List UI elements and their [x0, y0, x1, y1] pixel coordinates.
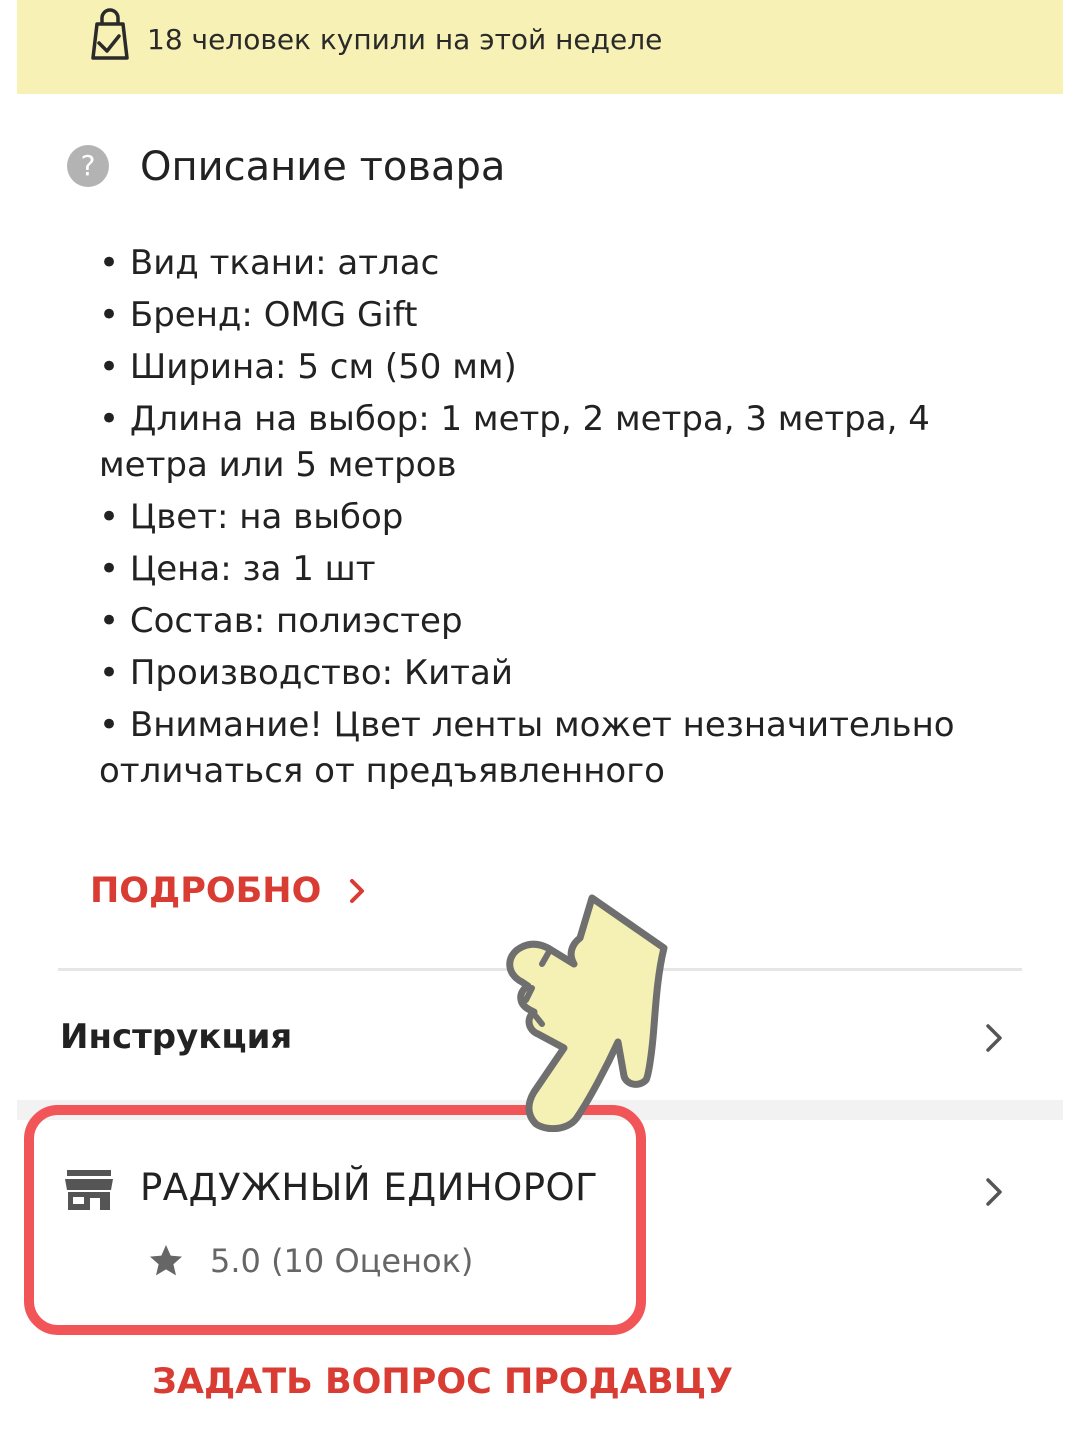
- list-item: • Цвет: на выбор: [99, 497, 404, 537]
- purchase-stats-text: 18 человек купили на этой неделе: [147, 23, 663, 56]
- divider: [58, 968, 1022, 971]
- list-item: • Производство: Китай: [99, 653, 513, 693]
- list-item: • Длина на выбор: 1 метр, 2 метра, 3 мет…: [99, 399, 930, 485]
- list-item: • Цена: за 1 шт: [99, 549, 376, 589]
- list-item: • Вид ткани: атлас: [99, 243, 440, 283]
- section-separator: [17, 1100, 1063, 1120]
- ask-seller-button[interactable]: ЗАДАТЬ ВОПРОС ПРОДАВЦУ: [152, 1357, 733, 1407]
- description-list: • Вид ткани: атлас • Бренд: OMG Gift • Ш…: [99, 240, 1044, 800]
- store-name: РАДУЖНЫЙ ЕДИНОРОГ: [140, 1166, 599, 1209]
- star-icon: [150, 1245, 182, 1276]
- instruction-label: Инструкция: [60, 1017, 293, 1057]
- instruction-row[interactable]: Инструкция: [0, 972, 1080, 1100]
- list-item: • Ширина: 5 см (50 мм): [99, 347, 517, 387]
- list-item: • Внимание! Цвет ленты может незначитель…: [99, 705, 955, 791]
- shopping-bag-check-icon: [91, 8, 129, 60]
- list-item: • Бренд: OMG Gift: [99, 295, 418, 335]
- store-row[interactable]: РАДУЖНЫЙ ЕДИНОРОГ 5.0 (10 Оценок): [0, 1120, 1080, 1340]
- more-details-link[interactable]: ПОДРОБНО: [90, 866, 369, 916]
- store-rating: 5.0 (10 Оценок): [210, 1242, 474, 1280]
- product-detail-page: 18 человек купили на этой неделе ? Описа…: [0, 0, 1080, 1440]
- chevron-right-icon: [986, 1178, 1002, 1206]
- purchase-stats-banner: 18 человек купили на этой неделе: [17, 0, 1063, 94]
- list-item: • Состав: полиэстер: [99, 601, 463, 641]
- chevron-right-icon: [350, 879, 365, 903]
- store-icon: [65, 1170, 113, 1210]
- section-title-description: Описание товара: [140, 144, 506, 190]
- more-details-label: ПОДРОБНО: [90, 871, 322, 911]
- chevron-right-icon: [986, 1024, 1002, 1052]
- question-icon: ?: [67, 145, 109, 187]
